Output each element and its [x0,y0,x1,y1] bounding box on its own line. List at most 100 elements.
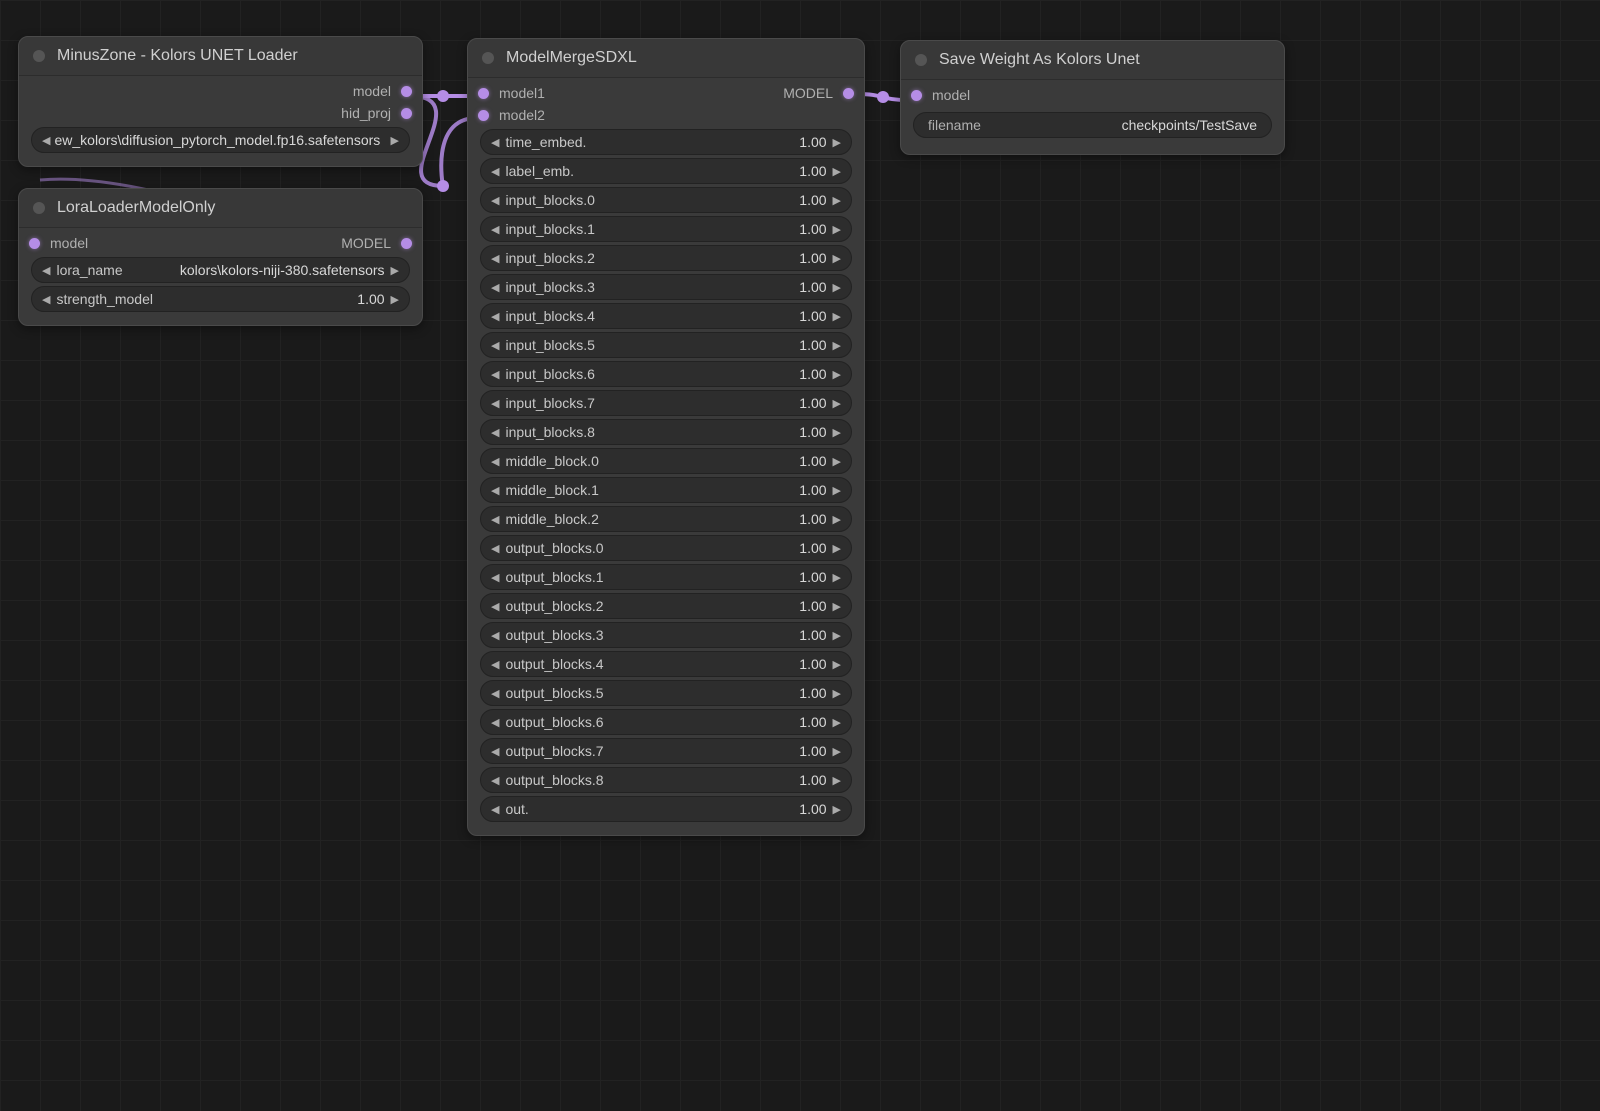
node-save-weight[interactable]: Save Weight As Kolors Unet model filenam… [900,40,1285,155]
arrow-right-icon[interactable]: ▶ [833,629,841,642]
arrow-right-icon[interactable]: ▶ [833,165,841,178]
arrow-right-icon[interactable]: ▶ [833,745,841,758]
widget-merge-param[interactable]: ◀output_blocks.21.00▶ [480,593,852,619]
input-port-model1[interactable]: model1 [478,85,551,101]
widget-model-file[interactable]: ◀ ew_kolors\diffusion_pytorch_model.fp16… [31,127,410,153]
arrow-left-icon[interactable]: ◀ [491,339,499,352]
port-dot-icon[interactable] [401,86,412,97]
collapse-icon[interactable] [915,54,927,66]
widget-merge-param[interactable]: ◀output_blocks.41.00▶ [480,651,852,677]
arrow-left-icon[interactable]: ◀ [491,397,499,410]
arrow-left-icon[interactable]: ◀ [491,629,499,642]
collapse-icon[interactable] [33,50,45,62]
arrow-left-icon[interactable]: ◀ [491,455,499,468]
widget-merge-param[interactable]: ◀output_blocks.81.00▶ [480,767,852,793]
arrow-left-icon[interactable]: ◀ [491,281,499,294]
widget-merge-param[interactable]: ◀input_blocks.21.00▶ [480,245,852,271]
output-port-model[interactable]: MODEL [335,235,412,251]
widget-merge-param[interactable]: ◀middle_block.11.00▶ [480,477,852,503]
input-port-model[interactable]: model [901,84,1284,106]
arrow-left-icon[interactable]: ◀ [491,774,499,787]
arrow-right-icon[interactable]: ▶ [833,484,841,497]
arrow-left-icon[interactable]: ◀ [491,426,499,439]
arrow-left-icon[interactable]: ◀ [491,716,499,729]
collapse-icon[interactable] [33,202,45,214]
arrow-right-icon[interactable]: ▶ [833,600,841,613]
widget-merge-param[interactable]: ◀input_blocks.51.00▶ [480,332,852,358]
arrow-right-icon[interactable]: ▶ [391,134,399,147]
arrow-left-icon[interactable]: ◀ [491,194,499,207]
arrow-right-icon[interactable]: ▶ [833,803,841,816]
node-header[interactable]: LoraLoaderModelOnly [19,189,422,228]
arrow-right-icon[interactable]: ▶ [833,223,841,236]
arrow-right-icon[interactable]: ▶ [833,658,841,671]
widget-merge-param[interactable]: ◀input_blocks.31.00▶ [480,274,852,300]
input-port-model2[interactable]: model2 [468,104,864,126]
node-model-merge-sdxl[interactable]: ModelMergeSDXL model1 MODEL model2 ◀time… [467,38,865,836]
widget-merge-param[interactable]: ◀input_blocks.81.00▶ [480,419,852,445]
port-dot-icon[interactable] [401,238,412,249]
arrow-right-icon[interactable]: ▶ [833,716,841,729]
arrow-left-icon[interactable]: ◀ [491,136,499,149]
widget-merge-param[interactable]: ◀output_blocks.01.00▶ [480,535,852,561]
widget-merge-param[interactable]: ◀middle_block.21.00▶ [480,506,852,532]
port-dot-icon[interactable] [29,238,40,249]
widget-lora-name[interactable]: ◀ lora_name kolors\kolors-niji-380.safet… [31,257,410,283]
arrow-left-icon[interactable]: ◀ [491,745,499,758]
widget-merge-param[interactable]: ◀input_blocks.71.00▶ [480,390,852,416]
arrow-left-icon[interactable]: ◀ [491,542,499,555]
input-port-model[interactable]: model [29,235,94,251]
widget-merge-param[interactable]: ◀output_blocks.31.00▶ [480,622,852,648]
widget-merge-param[interactable]: ◀time_embed.1.00▶ [480,129,852,155]
node-header[interactable]: Save Weight As Kolors Unet [901,41,1284,80]
arrow-left-icon[interactable]: ◀ [491,223,499,236]
arrow-left-icon[interactable]: ◀ [42,293,50,306]
arrow-left-icon[interactable]: ◀ [491,571,499,584]
widget-merge-param[interactable]: ◀out.1.00▶ [480,796,852,822]
arrow-left-icon[interactable]: ◀ [42,134,50,147]
arrow-right-icon[interactable]: ▶ [833,571,841,584]
arrow-right-icon[interactable]: ▶ [833,252,841,265]
node-header[interactable]: ModelMergeSDXL [468,39,864,78]
widget-filename[interactable]: filename checkpoints/TestSave [913,112,1272,138]
arrow-left-icon[interactable]: ◀ [491,165,499,178]
output-port-model[interactable]: MODEL [777,85,854,101]
output-port-hid-proj[interactable]: hid_proj [19,102,422,124]
widget-merge-param[interactable]: ◀label_emb.1.00▶ [480,158,852,184]
arrow-right-icon[interactable]: ▶ [833,455,841,468]
arrow-left-icon[interactable]: ◀ [491,484,499,497]
arrow-right-icon[interactable]: ▶ [833,368,841,381]
widget-merge-param[interactable]: ◀output_blocks.61.00▶ [480,709,852,735]
output-port-model[interactable]: model [19,80,422,102]
widget-merge-param[interactable]: ◀output_blocks.71.00▶ [480,738,852,764]
arrow-left-icon[interactable]: ◀ [491,252,499,265]
arrow-left-icon[interactable]: ◀ [491,513,499,526]
port-dot-icon[interactable] [911,90,922,101]
widget-strength-model[interactable]: ◀ strength_model 1.00 ▶ [31,286,410,312]
widget-merge-param[interactable]: ◀input_blocks.61.00▶ [480,361,852,387]
arrow-right-icon[interactable]: ▶ [833,687,841,700]
arrow-right-icon[interactable]: ▶ [833,194,841,207]
arrow-right-icon[interactable]: ▶ [833,542,841,555]
port-dot-icon[interactable] [401,108,412,119]
node-lora-loader[interactable]: LoraLoaderModelOnly model MODEL ◀ lora_n… [18,188,423,326]
node-unet-loader[interactable]: MinusZone - Kolors UNET Loader model hid… [18,36,423,167]
arrow-left-icon[interactable]: ◀ [491,368,499,381]
widget-merge-param[interactable]: ◀output_blocks.11.00▶ [480,564,852,590]
arrow-left-icon[interactable]: ◀ [491,600,499,613]
arrow-left-icon[interactable]: ◀ [491,687,499,700]
arrow-right-icon[interactable]: ▶ [833,281,841,294]
widget-merge-param[interactable]: ◀middle_block.01.00▶ [480,448,852,474]
arrow-right-icon[interactable]: ▶ [833,426,841,439]
arrow-right-icon[interactable]: ▶ [833,774,841,787]
arrow-left-icon[interactable]: ◀ [491,803,499,816]
arrow-right-icon[interactable]: ▶ [391,264,399,277]
widget-merge-param[interactable]: ◀input_blocks.11.00▶ [480,216,852,242]
arrow-right-icon[interactable]: ▶ [833,136,841,149]
port-dot-icon[interactable] [843,88,854,99]
arrow-right-icon[interactable]: ▶ [833,310,841,323]
widget-merge-param[interactable]: ◀input_blocks.41.00▶ [480,303,852,329]
collapse-icon[interactable] [482,52,494,64]
arrow-left-icon[interactable]: ◀ [491,310,499,323]
arrow-left-icon[interactable]: ◀ [42,264,50,277]
